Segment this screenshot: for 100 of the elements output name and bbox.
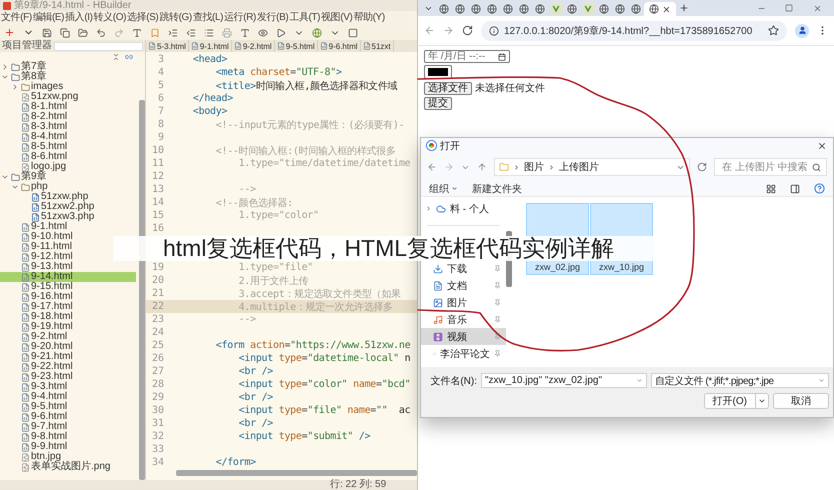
menu-item[interactable]: 视图(V) [321,11,352,25]
tree-item[interactable]: 8-2.html [0,112,70,122]
folder-icon[interactable] [78,28,88,38]
editor-tab[interactable]: 9-6.html [318,40,361,52]
tree-item[interactable]: php [0,182,50,192]
tree-item[interactable]: 9-1.html [0,222,70,232]
submit-button[interactable]: 提交 [424,97,452,110]
menu-item[interactable]: 帮助(Y) [353,11,385,25]
view-icon[interactable] [766,184,776,194]
cancel-button[interactable]: 取消 [773,393,829,409]
play-icon[interactable] [276,28,286,38]
menu-item[interactable]: 转义(O) [94,11,126,25]
command-button[interactable]: 组织 [429,182,458,196]
pane-icon[interactable] [790,184,800,194]
list-icon[interactable] [204,28,214,38]
address-field[interactable]: 127.0.0.1:8020/第9章/9-14.html?__hbt=1735891652700 [481,20,787,40]
tree-item[interactable]: 9-10.html [0,232,75,242]
editor-tab[interactable]: 9-5.html [274,40,318,52]
tree-item[interactable]: images [0,82,66,92]
command-button[interactable]: 新建文件夹 [472,182,522,196]
editor-tab[interactable]: 9-1.html [188,40,232,52]
search-field[interactable] [54,42,143,50]
tree-item[interactable]: 8-1.html [0,102,70,112]
tree-item[interactable]: 9-8.html [0,432,70,442]
nav-item[interactable]: 下载 [421,260,506,277]
square-icon[interactable] [348,28,358,38]
tree-item[interactable]: 9-9.html [0,442,70,452]
menu-item[interactable]: 编辑(E) [32,11,64,25]
tree-item[interactable]: logo.jpg [0,162,68,172]
tree-item[interactable]: 第8章 [0,72,49,82]
tree-item[interactable]: btn.jpg [0,452,64,462]
tree-item[interactable]: 表单实战图片.png [0,462,112,472]
back-icon[interactable] [427,162,437,172]
tree-item[interactable]: 51zxw.png [0,92,80,102]
tree-item[interactable]: 9-5.html [0,402,70,412]
save-icon[interactable] [42,28,52,38]
undo-icon[interactable] [96,28,106,38]
close-icon[interactable] [662,4,671,14]
tree-item[interactable]: 8-6.html [0,152,70,162]
star-icon[interactable] [768,25,779,36]
datetime-field[interactable]: 年 /月/日 --:-- [424,50,510,63]
plus-icon[interactable] [4,27,15,38]
scrollbar-thumb[interactable] [139,100,145,480]
menu-item[interactable]: 插入(I) [65,11,93,25]
tree-item[interactable]: 8-3.html [0,122,70,132]
tree-item[interactable]: 9-15.html [0,282,75,292]
path-crumb[interactable]: 图片 [524,160,544,174]
nav-item[interactable]: 文档 [421,277,506,294]
choose-file-button[interactable]: 选择文件 [424,82,472,94]
browser-tab[interactable] [644,2,676,16]
tree-item[interactable]: 9-11.html [0,242,74,252]
tree-item[interactable]: 9-18.html [0,312,75,322]
text-icon[interactable] [240,28,250,38]
nav-item[interactable]: 音乐 [421,311,506,328]
menu-item[interactable]: 跳转(G) [159,11,192,25]
tree-item[interactable]: 9-14.html [0,272,136,282]
tree-item[interactable]: 8-4.html [0,132,70,142]
tree-item[interactable]: 51zxw.php [0,192,90,202]
scrollbar-thumb[interactable] [176,470,417,476]
editor-tab[interactable]: 5-3.html [146,40,189,52]
menu-item[interactable]: 工具(T) [289,11,320,25]
refresh-icon[interactable] [697,162,707,172]
nav-item[interactable]: 图片 [421,294,506,311]
text-icon[interactable] [132,28,142,38]
file-type-select[interactable]: 自定义文件 (*.jfif;*.pjpeg;*.jpe [651,373,829,388]
indent-icon[interactable] [168,28,178,38]
file-name-field[interactable]: "zxw_10.jpg" "zxw_02.jpg" [481,373,647,388]
nav-item[interactable]: 料 - 个人 [421,200,506,217]
tree-item[interactable]: 9-3.html [0,382,70,392]
eye-icon[interactable] [258,28,268,38]
tree-item[interactable]: 9-7.html [0,422,70,432]
tree-item[interactable]: 9-23.html [0,372,75,382]
link-icon[interactable] [125,53,133,61]
tree-item[interactable]: 9-17.html [0,302,75,312]
path-crumb[interactable]: 上传图片 [559,160,599,174]
tree-item[interactable]: 第7章 [0,62,49,72]
copy-icon[interactable] [60,28,70,38]
menu-item[interactable]: 运行(R) [224,11,256,25]
tree-item[interactable]: 51zxw3.php [0,212,96,222]
tree-item[interactable]: 9-19.html [0,322,75,332]
outdent-icon[interactable] [186,28,196,38]
globe-icon[interactable] [312,28,322,38]
nav-item[interactable]: 视频 [421,328,506,345]
maximize-icon[interactable] [785,4,793,12]
menu-item[interactable]: 文件(F) [1,11,32,25]
menu-item[interactable]: 选择(S) [127,11,158,25]
tree-item[interactable]: 9-2.html [0,332,70,342]
tree-item[interactable]: 8-5.html [0,142,70,152]
nav-item[interactable]: 李治平论文 [421,345,506,362]
editor-tab[interactable]: 9-2.html [232,40,275,52]
editor-tab[interactable]: 51zxt [360,40,394,52]
menu-item[interactable]: 查找(L) [192,11,224,25]
reload-icon[interactable] [462,25,473,36]
close-icon[interactable] [817,140,827,150]
tree-item[interactable]: 9-4.html [0,392,70,402]
collapse-icon[interactable] [112,53,120,61]
menu-item[interactable]: 发行(B) [256,11,288,25]
tree-item[interactable]: 9-20.html [0,342,75,352]
color-picker[interactable] [424,65,452,79]
search-field[interactable]: 在 上传图片 中搜索 [714,158,827,176]
